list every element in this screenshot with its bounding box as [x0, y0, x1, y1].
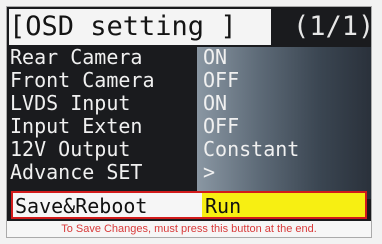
menu-item-label: Rear Camera [10, 45, 143, 69]
menu-item-label: LVDS Input [10, 91, 131, 115]
chevron-right-icon: > [203, 160, 216, 184]
menu-item-label: Advance SET [10, 160, 143, 184]
menu-item-value: OFF [203, 114, 240, 138]
menu-item-value: Constant [203, 137, 300, 161]
menu-item-rear-camera[interactable]: Rear Camera ON [10, 47, 227, 68]
menu-item-value: ON [203, 45, 228, 69]
menu-item-advance-set[interactable]: Advance SET > [10, 162, 215, 183]
page-indicator: (1/1) [293, 11, 372, 42]
save-reboot-item[interactable]: Save&Reboot Run [11, 191, 367, 219]
menu-item-12v-output[interactable]: 12V Output Constant [10, 139, 299, 160]
menu-item-label: Front Camera [10, 68, 155, 92]
menu-item-value: ON [203, 91, 228, 115]
menu-item-value: OFF [203, 68, 240, 92]
menu-item-label: Input Exten [10, 114, 143, 138]
menu-item-front-camera[interactable]: Front Camera OFF [10, 70, 239, 91]
run-button[interactable]: Run [202, 193, 365, 218]
save-instruction-note: To Save Changes, must press this button … [7, 221, 371, 237]
menu-item-lvds-input[interactable]: LVDS Input ON [10, 93, 227, 114]
osd-header: [OSD setting ] (1/1) [7, 7, 371, 47]
osd-title: [OSD setting ] [9, 9, 271, 45]
osd-screen: [OSD setting ] (1/1) Rear Camera ON Fron… [6, 6, 372, 238]
menu-item-input-exten[interactable]: Input Exten OFF [10, 116, 239, 137]
menu-item-label: 12V Output [10, 137, 131, 161]
menu-item-label: Save&Reboot [15, 194, 148, 218]
